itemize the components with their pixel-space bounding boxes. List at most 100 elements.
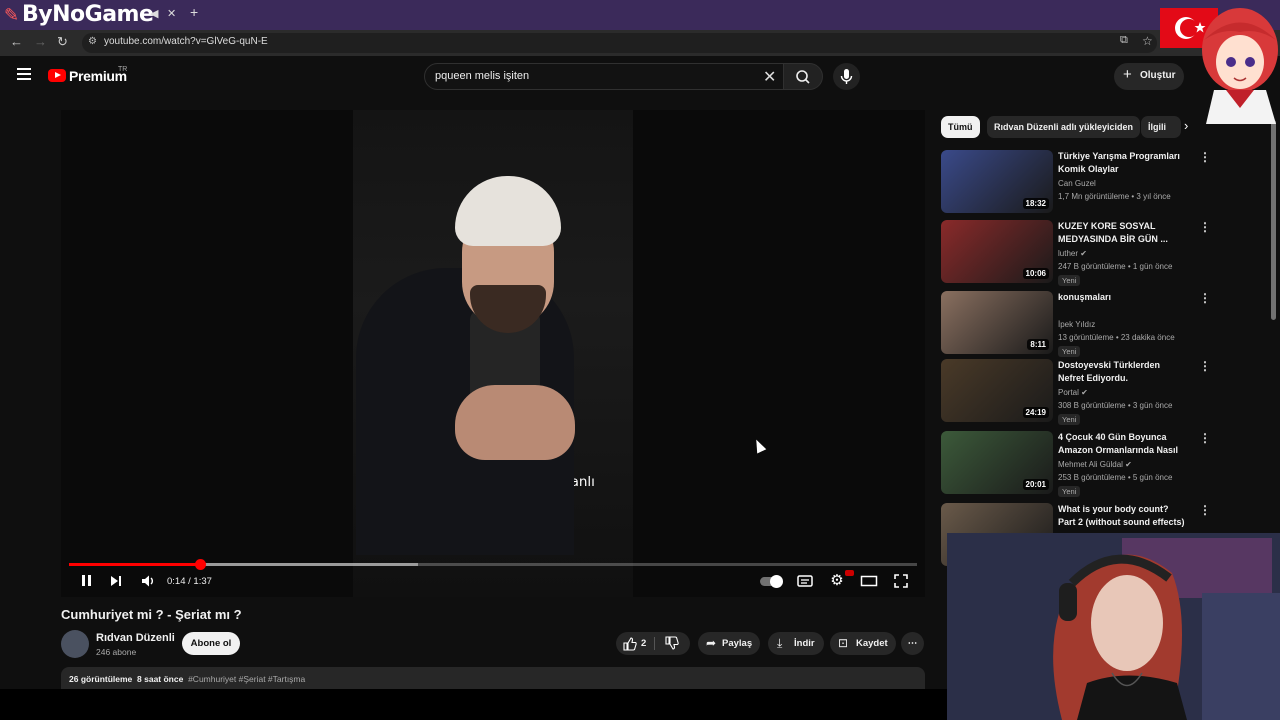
fullscreen-button[interactable]: [892, 572, 910, 590]
upload-age: 8 saat önce: [137, 674, 184, 684]
youtube-header: Premium TR pqueen melis işiten ✕ + Oluştu…: [0, 56, 1280, 98]
new-badge: Yeni: [1058, 486, 1081, 497]
browser-address-bar: ← → ↻ ⚙ youtube.com/watch?v=GlVeG-quN-E …: [0, 30, 1280, 56]
video-thumbnail[interactable]: 18:32: [941, 150, 1053, 213]
recommendation-card[interactable]: 18:32 Türkiye Yarışma Programları Komik O…: [941, 150, 1211, 216]
chip-all[interactable]: Tümü: [941, 116, 980, 138]
channel-name-text: Portal: [1058, 388, 1079, 397]
back-icon[interactable]: ←: [10, 34, 23, 49]
plus-icon: +: [1123, 66, 1132, 83]
search-input[interactable]: pqueen melis işiten ✕: [424, 63, 786, 90]
subscribe-button[interactable]: Abone ol: [182, 632, 240, 655]
clear-search-icon[interactable]: ✕: [763, 67, 776, 87]
scrollbar[interactable]: [1271, 120, 1276, 320]
more-vertical-icon[interactable]: ⋮: [1199, 359, 1211, 373]
youtube-logo-icon[interactable]: [48, 69, 66, 82]
more-actions-button[interactable]: ⋯: [901, 632, 924, 655]
search-icon: [796, 70, 810, 84]
streamer-brand-overlay: ✎ ByNoGame: [4, 2, 154, 27]
more-vertical-icon[interactable]: ⋮: [1199, 220, 1211, 234]
new-badge: Yeni: [1058, 275, 1081, 286]
scrubber-handle[interactable]: [194, 559, 206, 570]
recommendation-card[interactable]: 8:11 konuşmaları İpek Yıldız 13 görüntüleme…: [941, 291, 1211, 357]
recommendation-card[interactable]: 24:19 Dostoyevski Türklerden Nefret Ediyo…: [941, 359, 1211, 425]
video-thumbnail[interactable]: 10:06: [941, 220, 1053, 283]
forward-icon[interactable]: →: [34, 34, 47, 49]
menu-icon[interactable]: [17, 68, 31, 80]
channel-name-text: luther: [1058, 249, 1079, 258]
autoplay-toggle[interactable]: [760, 575, 783, 588]
duration-badge: 20:01: [1022, 479, 1049, 490]
theater-mode-button[interactable]: [860, 572, 878, 590]
more-horizontal-icon: ⋯: [907, 638, 918, 649]
like-dislike-group: 2: [616, 632, 690, 655]
recommendation-meta: 247 B görüntüleme • 1 gün önce: [1058, 262, 1173, 271]
more-vertical-icon[interactable]: ⋮: [1199, 503, 1211, 517]
volume-button[interactable]: [139, 572, 157, 590]
settings-button[interactable]: ⚙: [828, 572, 846, 590]
recommendation-channel[interactable]: Portal ✔: [1058, 388, 1088, 397]
install-app-icon[interactable]: ⧉: [1120, 34, 1128, 47]
video-thumbnail[interactable]: 20:01: [941, 431, 1053, 494]
download-icon: ⤓: [777, 636, 783, 650]
thumbs-up-icon: [623, 637, 637, 651]
verified-icon: ✔: [1078, 388, 1088, 397]
dislike-button[interactable]: [665, 632, 679, 663]
recommendation-channel[interactable]: Can Guzel: [1058, 179, 1096, 188]
voice-search-button[interactable]: [833, 63, 860, 90]
tab-close-icon[interactable]: ✕: [167, 7, 176, 20]
bookmark-star-icon[interactable]: ☆: [1142, 34, 1153, 48]
recommendation-title[interactable]: Dostoyevski Türklerden Nefret Ediyordu.: [1058, 359, 1186, 385]
speaker-icon[interactable]: ◀: [150, 7, 158, 20]
video-thumbnail[interactable]: 24:19: [941, 359, 1053, 422]
next-button[interactable]: [107, 572, 125, 590]
played-bar: [69, 563, 200, 566]
share-button[interactable]: ➦ Paylaş: [698, 632, 760, 655]
like-count: 2: [641, 638, 647, 649]
video-thumbnail[interactable]: 8:11: [941, 291, 1053, 354]
chip-from-uploader[interactable]: Rıdvan Düzenli adlı yükleyiciden: [987, 116, 1141, 138]
video-title: Cumhuriyet mi ? - Şeriat mı ?: [61, 607, 242, 622]
description-box[interactable]: 26 görüntüleme 8 saat önce #Cumhuriyet #…: [61, 667, 925, 689]
progress-bar[interactable]: [69, 559, 917, 570]
duration-badge: 18:32: [1022, 198, 1049, 209]
download-button[interactable]: ⤓ İndir: [768, 632, 824, 655]
new-badge: Yeni: [1058, 414, 1081, 425]
channel-name[interactable]: Rıdvan Düzenli: [96, 632, 175, 644]
pause-button[interactable]: [77, 572, 95, 590]
duration-badge: 24:19: [1022, 407, 1049, 418]
recommendation-channel[interactable]: İpek Yıldız: [1058, 320, 1095, 329]
recommendation-title[interactable]: 4 Çocuk 40 Gün Boyunca Amazon Ormanların…: [1058, 431, 1186, 457]
captions-button[interactable]: [796, 572, 814, 590]
recommendation-card[interactable]: 10:06 KUZEY KORE SOSYAL MEDYASINDA BİR GÜ…: [941, 220, 1211, 286]
bottom-bar: [0, 689, 947, 720]
channel-name-text: İpek Yıldız: [1058, 320, 1096, 329]
video-person-hand: [455, 385, 575, 460]
url-field[interactable]: ⚙ youtube.com/watch?v=GlVeG-quN-E: [82, 33, 1157, 53]
like-button[interactable]: [623, 632, 637, 663]
next-icon: [111, 576, 121, 586]
recommendation-channel[interactable]: Mehmet Ali Güldal ✔: [1058, 460, 1132, 469]
site-info-icon[interactable]: ⚙: [88, 36, 97, 47]
reload-icon[interactable]: ↻: [57, 34, 68, 50]
search-button[interactable]: [783, 63, 823, 90]
recommendation-title[interactable]: KUZEY KORE SOSYAL MEDYASINDA BİR GÜN ...: [1058, 220, 1186, 246]
hashtags[interactable]: #Cumhuriyet #Şeriat #Tartışma: [188, 674, 305, 684]
duration-badge: 10:06: [1022, 268, 1049, 279]
new-tab-icon[interactable]: +: [190, 4, 198, 20]
recommendation-title[interactable]: Türkiye Yarışma Programları Komik Olayla…: [1058, 150, 1186, 176]
duration-badge: 8:11: [1027, 339, 1049, 350]
volume-icon: [142, 575, 153, 587]
recommendation-channel[interactable]: luther ✔: [1058, 249, 1087, 258]
channel-avatar[interactable]: [61, 630, 89, 658]
recommendation-title[interactable]: What is your body count? Part 2 (without…: [1058, 503, 1186, 529]
recommendation-card[interactable]: 20:01 4 Çocuk 40 Gün Boyunca Amazon Orman…: [941, 431, 1211, 497]
theater-icon: [860, 575, 878, 587]
more-vertical-icon[interactable]: ⋮: [1199, 291, 1211, 305]
more-vertical-icon[interactable]: ⋮: [1199, 431, 1211, 445]
recommendation-title[interactable]: konuşmaları: [1058, 291, 1186, 304]
save-button[interactable]: ⊡ Kaydet: [830, 632, 896, 655]
verified-icon: ✔: [1078, 249, 1087, 258]
more-vertical-icon[interactable]: ⋮: [1199, 150, 1211, 164]
share-icon: ➦: [706, 636, 717, 650]
